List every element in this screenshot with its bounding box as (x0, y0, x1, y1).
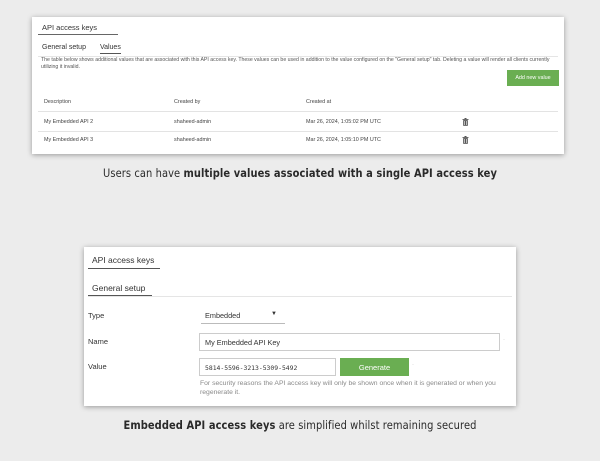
value-input[interactable]: 5814-5596-3213-5309-5492 (199, 358, 336, 376)
title-underline (88, 268, 160, 269)
row-divider (38, 131, 558, 132)
row-description: My Embedded API 2 (44, 119, 94, 125)
name-input[interactable]: My Embedded API Key (199, 333, 500, 351)
security-hint: For security reasons the API access key … (200, 380, 496, 396)
required-marker: · (503, 337, 505, 343)
trash-icon[interactable] (462, 118, 469, 126)
table-header-divider (38, 111, 558, 112)
type-select[interactable]: Embedded ▼ (201, 307, 285, 324)
row-created-at: Mar 26, 2024, 1:05:02 PM UTC (306, 119, 381, 125)
name-label: Name (88, 337, 109, 346)
caption-top-bold: multiple values associated with a single… (183, 166, 497, 180)
values-panel: API access keys General setup Values The… (32, 17, 564, 154)
column-header-created-by: Created by (174, 99, 201, 105)
type-label: Type (88, 311, 105, 320)
caption-bottom: Embedded API access keys are simplified … (42, 418, 558, 432)
caption-top: Users can have multiple values associate… (42, 166, 558, 180)
required-marker: · (412, 362, 414, 368)
panel-title: API access keys (42, 23, 98, 32)
row-created-by: shaheed-admin (174, 119, 212, 125)
caret-down-icon: ▼ (271, 311, 277, 317)
title-underline (38, 34, 118, 35)
generate-button[interactable]: Generate (340, 358, 409, 376)
tab-general-setup[interactable]: General setup (42, 44, 86, 51)
trash-icon[interactable] (462, 136, 469, 144)
caption-top-pre: Users can have (103, 166, 184, 180)
tab-divider (88, 296, 512, 297)
row-description: My Embedded API 3 (44, 137, 94, 143)
caption-bottom-post: are simplified whilst remaining secured (275, 418, 477, 432)
column-header-created-at: Created at (306, 99, 332, 105)
tab-general-setup[interactable]: General setup (92, 283, 145, 293)
values-description: The table below shows additional values … (41, 57, 550, 70)
type-select-value: Embedded (205, 311, 241, 320)
panel-title: API access keys (92, 255, 155, 265)
general-setup-panel: API access keys General setup Type Embed… (84, 247, 516, 406)
tab-values[interactable]: Values (99, 44, 121, 54)
tab-bar: General setup Values (42, 44, 133, 54)
column-header-description: Description (44, 99, 71, 105)
add-new-value-button[interactable]: Add new value (507, 70, 559, 86)
row-created-at: Mar 26, 2024, 1:05:10 PM UTC (306, 137, 381, 143)
caption-bottom-bold: Embedded API access keys (123, 418, 276, 432)
value-label: Value (88, 362, 107, 371)
row-created-by: shaheed-admin (174, 137, 212, 143)
